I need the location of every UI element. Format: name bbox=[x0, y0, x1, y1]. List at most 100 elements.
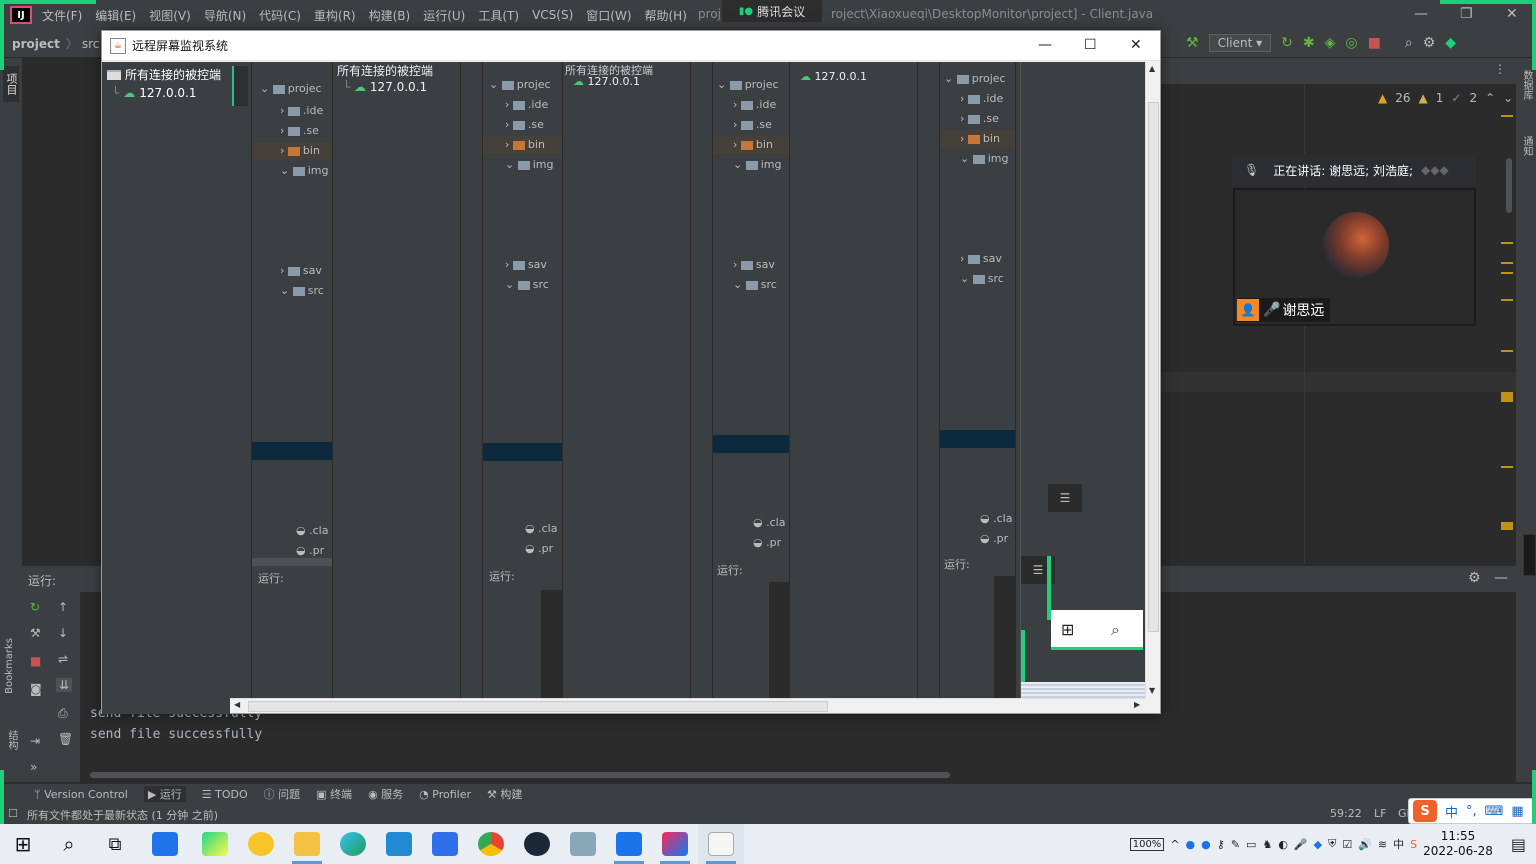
keyboard-icon[interactable]: ⌨ bbox=[1485, 804, 1504, 819]
vscode-icon[interactable] bbox=[376, 824, 422, 864]
tab-terminal[interactable]: ▣ 终端 bbox=[316, 786, 352, 802]
tray-app-icon[interactable]: ● bbox=[1201, 838, 1211, 851]
error-stripe-marker[interactable] bbox=[1501, 466, 1513, 468]
remote-screen-view[interactable]: ⌄ projec › .ide › .se › bin ⌄ img › sav … bbox=[230, 62, 1145, 698]
console-hscroll-thumb[interactable] bbox=[90, 772, 950, 778]
chrome-icon[interactable] bbox=[468, 824, 514, 864]
stop-icon[interactable]: ■ bbox=[30, 654, 41, 668]
scroll-down-icon[interactable]: ▼ bbox=[1149, 686, 1155, 695]
steam-icon[interactable] bbox=[514, 824, 560, 864]
monitor-vertical-scrollbar[interactable]: ▲ ▼ bbox=[1145, 62, 1160, 698]
tab-version-control[interactable]: ᛘ Version Control bbox=[34, 788, 128, 801]
plugin-icon[interactable]: ◆ bbox=[1445, 35, 1456, 51]
scroll-right-icon[interactable]: ▶ bbox=[1134, 700, 1140, 709]
tab-run[interactable]: ▶ 运行 bbox=[143, 786, 186, 802]
security-shield-icon[interactable]: ⛨ bbox=[1328, 837, 1336, 851]
close-icon[interactable]: ✕ bbox=[1130, 37, 1142, 53]
breadcrumb-project[interactable]: project bbox=[12, 37, 60, 51]
more-chevron-icon[interactable]: » bbox=[30, 760, 37, 774]
ime-mode[interactable]: 中 bbox=[1445, 802, 1458, 821]
wrench-icon[interactable]: ⚒ bbox=[30, 626, 41, 640]
java-icon[interactable] bbox=[698, 824, 744, 864]
soft-wrap-icon[interactable]: ⇌ bbox=[58, 652, 68, 666]
error-stripe-marker[interactable] bbox=[1501, 392, 1513, 402]
start-icon[interactable]: ⊞ bbox=[0, 824, 46, 864]
restore-icon[interactable]: ❐ bbox=[1460, 6, 1473, 22]
tray-app-icon[interactable]: ◆ bbox=[1314, 838, 1322, 851]
volume-icon[interactable]: 🔊 bbox=[1358, 838, 1372, 851]
vertical-scroll-thumb[interactable] bbox=[1148, 102, 1159, 632]
stop-icon[interactable]: ■ bbox=[1368, 35, 1381, 51]
menu-file[interactable]: 文件(F) bbox=[42, 7, 82, 24]
menu-help[interactable]: 帮助(H) bbox=[645, 7, 687, 24]
exit-icon[interactable]: ⇥ bbox=[30, 734, 40, 748]
scroll-to-end-icon[interactable]: ⇊ bbox=[56, 678, 73, 692]
meeting-indicator[interactable]: ▮● 腾讯会议 bbox=[722, 0, 822, 22]
minimize-icon[interactable]: — bbox=[1414, 6, 1428, 22]
run-config-select[interactable]: Client ▾ bbox=[1208, 34, 1272, 52]
horizontal-scroll-thumb[interactable] bbox=[248, 701, 828, 712]
maximize-icon[interactable]: ☐ bbox=[1084, 37, 1097, 53]
build-hammer-icon[interactable]: ⚒ bbox=[1186, 35, 1199, 51]
project-tool-tab[interactable]: 项目 bbox=[3, 66, 19, 102]
run-settings-icon[interactable]: ⚙ bbox=[1468, 570, 1481, 586]
up-arrow-icon[interactable]: ↑ bbox=[58, 600, 68, 614]
tray-pen-icon[interactable]: ✎ bbox=[1231, 838, 1240, 851]
notifications-tool-tab[interactable]: 通知 bbox=[1519, 136, 1534, 156]
error-stripe-marker[interactable] bbox=[1501, 272, 1513, 274]
minimize-icon[interactable]: — bbox=[1038, 37, 1052, 53]
inspection-widget[interactable]: ▲ 26 ▲ 1 ✓ 2 ⌃ ⌄ bbox=[1378, 91, 1513, 105]
menu-build[interactable]: 构建(B) bbox=[369, 7, 411, 24]
wifi-icon[interactable]: ≋ bbox=[1378, 838, 1387, 851]
hide-panel-icon[interactable]: — bbox=[1494, 570, 1508, 586]
ime-indicator-icon[interactable]: 中 bbox=[1393, 836, 1404, 852]
battery-indicator[interactable]: 100% bbox=[1129, 837, 1165, 851]
profile-icon[interactable]: ◎ bbox=[1345, 35, 1357, 51]
ime-menu-icon[interactable]: ▦ bbox=[1511, 804, 1523, 819]
tray-key-icon[interactable]: ⚷ bbox=[1217, 838, 1225, 851]
tab-services[interactable]: ◉ 服务 bbox=[368, 786, 403, 802]
debug-icon[interactable]: ✱ bbox=[1303, 35, 1315, 51]
tab-build[interactable]: ⚒ 构建 bbox=[487, 786, 522, 802]
close-icon[interactable]: ✕ bbox=[1506, 6, 1518, 22]
breadcrumb-src[interactable]: src bbox=[82, 37, 100, 51]
next-highlight-icon[interactable]: ⌄ bbox=[1503, 91, 1513, 105]
structure-tool-tab[interactable]: 结构 bbox=[4, 730, 19, 750]
error-stripe-marker[interactable] bbox=[1501, 522, 1513, 530]
todo-icon[interactable] bbox=[138, 824, 192, 864]
menu-edit[interactable]: 编辑(E) bbox=[95, 7, 136, 24]
settings-gear-icon[interactable]: ⚙ bbox=[1423, 35, 1436, 51]
tray-card-icon[interactable]: ▭ bbox=[1246, 838, 1256, 851]
tray-moon-icon[interactable]: ◐ bbox=[1278, 838, 1288, 851]
task-view-icon[interactable]: ⧉ bbox=[92, 824, 138, 864]
menu-refactor[interactable]: 重构(R) bbox=[314, 7, 356, 24]
down-arrow-icon[interactable]: ↓ bbox=[58, 626, 68, 640]
game-icon[interactable] bbox=[560, 824, 606, 864]
prev-highlight-icon[interactable]: ⌃ bbox=[1485, 91, 1495, 105]
pycharm-icon[interactable] bbox=[192, 824, 238, 864]
coverage-icon[interactable]: ◈ bbox=[1325, 35, 1336, 51]
more-options-icon[interactable]: ⋮ bbox=[1494, 62, 1506, 76]
tray-check-icon[interactable]: ☑ bbox=[1342, 838, 1352, 851]
error-stripe-marker[interactable] bbox=[1501, 299, 1513, 301]
database-tool-tab[interactable]: 数据库 bbox=[1519, 70, 1534, 100]
tree-client-node[interactable]: └ ☁ 127.0.0.1 bbox=[112, 86, 197, 100]
rerun-icon[interactable]: ↻ bbox=[30, 600, 40, 614]
error-stripe-marker[interactable] bbox=[1501, 262, 1513, 264]
search-everywhere-icon[interactable]: ⌕ bbox=[1405, 35, 1413, 51]
punctuation-icon[interactable]: °, bbox=[1466, 804, 1477, 819]
intellij-icon[interactable] bbox=[652, 824, 698, 864]
line-separator[interactable]: LF bbox=[1374, 807, 1386, 820]
edge-icon[interactable] bbox=[330, 824, 376, 864]
scroll-left-icon[interactable]: ◀ bbox=[234, 700, 240, 709]
tab-problems[interactable]: ⓘ 问题 bbox=[264, 786, 301, 802]
menu-window[interactable]: 窗口(W) bbox=[586, 7, 631, 24]
print-icon[interactable]: ⎙ bbox=[58, 706, 68, 721]
ime-toolbar[interactable]: S 中 °, ⌨ ▦ bbox=[1408, 798, 1534, 824]
editor-scrollbar-thumb[interactable] bbox=[1506, 158, 1512, 213]
menu-code[interactable]: 代码(C) bbox=[259, 7, 301, 24]
sogou-tray-icon[interactable]: S bbox=[1410, 838, 1417, 851]
meeting-side-handle[interactable] bbox=[1523, 534, 1536, 576]
trash-icon[interactable]: 🗑 bbox=[58, 732, 73, 746]
tencent-meeting-icon[interactable] bbox=[606, 824, 652, 864]
